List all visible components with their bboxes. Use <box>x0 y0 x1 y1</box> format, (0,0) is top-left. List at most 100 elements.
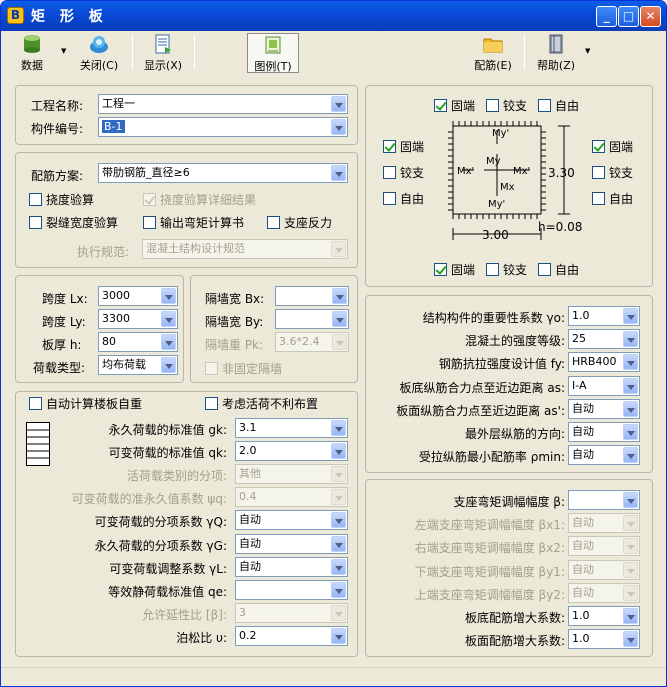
code-label: 执行规范: <box>77 245 130 259</box>
component-id-select[interactable]: B-1 <box>98 117 348 137</box>
span-lx-label: 跨度 Lx: <box>42 292 88 306</box>
p5-row-select[interactable]: 0.2 <box>235 625 348 646</box>
code-select[interactable]: 混凝土结构设计规范 <box>142 239 348 259</box>
right-free-checkbox[interactable]: 自由 <box>592 192 633 206</box>
dropdown-arrow-icon <box>332 311 347 327</box>
p7-row-select[interactable]: 自动 <box>568 445 640 466</box>
dropdown-arrow-icon <box>331 627 346 644</box>
p7-row-label: 受拉纵筋最小配筋率 ρmin: <box>418 450 565 465</box>
minimize-button[interactable]: _ <box>596 6 617 27</box>
project-panel: 工程名称: 工程一 构件编号: B-1 <box>15 85 358 145</box>
p7-row-select[interactable]: HRB400 <box>568 352 640 373</box>
display-button[interactable]: 显示(X) <box>140 33 186 73</box>
thickness-select[interactable]: 80 <box>98 332 178 352</box>
help-button[interactable]: 帮助(Z) <box>531 33 581 73</box>
crack-width-checkbox[interactable]: 裂缝宽度验算 <box>29 216 118 230</box>
p7-row-label: 结构构件的重要性系数 γo: <box>422 311 565 325</box>
p8-row-select[interactable] <box>568 490 640 510</box>
left-hinged-checkbox[interactable]: 铰支 <box>383 166 424 180</box>
support-reaction-checkbox[interactable]: 支座反力 <box>267 216 332 230</box>
database-icon <box>24 35 40 53</box>
window: B 矩 形 板 _ □ ✕ 数据 ▼ 关闭(C) 显示(X) 图例(T) 配筋(… <box>0 0 667 687</box>
dropdown-arrow-icon <box>623 538 638 555</box>
deflection-detail-checkbox[interactable]: 挠度验算详细结果 <box>143 193 256 207</box>
deflection-checkbox[interactable]: 挠度验算 <box>29 193 94 207</box>
p5-row-label: 等效静荷载标准值 qe: <box>108 584 227 599</box>
p8-row-select[interactable]: 自动 <box>568 513 640 534</box>
p5-row-select[interactable]: 2.0 <box>235 441 348 462</box>
dropdown-arrow-icon <box>623 400 638 417</box>
auto-self-weight-checkbox[interactable]: 自动计算楼板自重 <box>29 397 143 411</box>
title-bar: B 矩 形 板 _ □ ✕ <box>1 1 666 31</box>
rebar-button[interactable]: 配筋(E) <box>469 33 517 73</box>
toolbar-separator <box>194 35 195 69</box>
p5-row-select[interactable]: 0.4 <box>235 487 348 508</box>
p5-row-select[interactable]: 自动 <box>235 533 348 554</box>
p5-row-select[interactable]: 其他 <box>235 464 348 485</box>
bottom-free-checkbox[interactable]: 自由 <box>538 263 579 277</box>
output-moment-checkbox[interactable]: 输出弯矩计算书 <box>143 216 244 230</box>
p8-row-label: 板面配筋增大系数: <box>464 634 565 649</box>
maximize-button[interactable]: □ <box>618 6 639 27</box>
p7-row-select[interactable]: 自动 <box>568 422 640 442</box>
p8-row-select[interactable]: 1.0 <box>568 629 640 650</box>
legend-button[interactable]: 图例(T) <box>247 33 299 73</box>
right-hinged-checkbox[interactable]: 铰支 <box>592 166 633 180</box>
my-bottom-label: My' <box>488 199 506 210</box>
load-type-select[interactable]: 均布荷载 <box>98 355 178 375</box>
scheme-panel: 配筋方案: 带肋钢筋_直径≥6 挠度验算 挠度验算详细结果 裂缝宽度验算 输出弯… <box>15 152 358 268</box>
span-ly-select[interactable]: 3300 <box>98 309 178 329</box>
dropdown-arrow-icon <box>331 443 346 460</box>
unfavorable-live-checkbox[interactable]: 考虑活荷不利布置 <box>205 397 319 411</box>
dropdown-arrow-icon <box>331 165 346 181</box>
dropdown-arrow-icon <box>161 288 176 304</box>
close-window-button[interactable]: ✕ <box>640 6 661 27</box>
p5-row-select[interactable]: 自动 <box>235 556 348 577</box>
left-free-checkbox[interactable]: 自由 <box>383 192 424 206</box>
p7-row-select[interactable]: 25 <box>568 329 640 350</box>
p8-row-label: 支座弯矩调幅幅度 β: <box>453 495 565 509</box>
p5-row-label: 可变荷载调整系数 γL: <box>109 561 227 576</box>
p7-row-label: 板面纵筋合力点至近边距离 as': <box>396 403 565 418</box>
data-dropdown-icon[interactable]: ▼ <box>61 47 66 55</box>
right-fixed-checkbox[interactable]: 固端 <box>592 140 633 154</box>
scheme-select[interactable]: 带肋钢筋_直径≥6 <box>98 163 348 183</box>
p8-row-select[interactable]: 1.0 <box>568 606 640 626</box>
project-name-select[interactable]: 工程一 <box>98 94 348 114</box>
p5-row-select[interactable]: 自动 <box>235 510 348 531</box>
p7-row-label: 最外层纵筋的方向: <box>464 427 565 441</box>
p7-row-select[interactable]: 1.0 <box>568 306 640 326</box>
p5-row-select[interactable] <box>235 579 348 600</box>
close-doc-icon <box>90 36 108 53</box>
top-fixed-checkbox[interactable]: 固端 <box>434 99 475 113</box>
p7-row-select[interactable]: Ⅰ-A <box>568 375 640 396</box>
p8-row-select[interactable]: 自动 <box>568 536 640 557</box>
wall-pk-select[interactable]: 3.6*2.4 <box>275 332 349 352</box>
close-button[interactable]: 关闭(C) <box>74 33 124 73</box>
top-free-checkbox[interactable]: 自由 <box>538 99 579 113</box>
dropdown-arrow-icon <box>623 584 638 601</box>
span-lx-select[interactable]: 3000 <box>98 286 178 306</box>
data-button[interactable]: 数据 <box>12 33 52 73</box>
help-dropdown-icon[interactable]: ▼ <box>585 47 590 55</box>
dropdown-arrow-icon <box>623 424 638 440</box>
p8-row-label: 右端支座弯矩调幅幅度 βx2: <box>414 541 565 556</box>
p5-row-select[interactable]: 3 <box>235 602 348 623</box>
p5-row-select[interactable]: 3.1 <box>235 418 348 438</box>
dropdown-arrow-icon <box>331 604 346 621</box>
bottom-hinged-checkbox[interactable]: 铰支 <box>486 263 527 277</box>
dropdown-arrow-icon <box>331 558 346 575</box>
wall-bx-select[interactable] <box>275 286 349 306</box>
toolbar-separator <box>132 35 133 69</box>
top-hinged-checkbox[interactable]: 铰支 <box>486 99 527 113</box>
support-panel: 固端 铰支 自由 固端 铰支 自由 固端 铰支 自由 My' My Mx' Mx… <box>365 85 653 287</box>
left-fixed-checkbox[interactable]: 固端 <box>383 140 424 154</box>
p7-row-select[interactable]: 自动 <box>568 398 640 419</box>
nonfixed-wall-checkbox[interactable]: 非固定隔墙 <box>205 362 282 376</box>
bottom-fixed-checkbox[interactable]: 固端 <box>434 263 475 277</box>
p8-row-select[interactable]: 自动 <box>568 582 640 603</box>
wall-by-select[interactable] <box>275 309 349 329</box>
toolbar-separator <box>524 35 525 69</box>
redistribution-panel: 支座弯矩调幅幅度 β: 左端支座弯矩调幅幅度 βx1: 自动 右端支座弯矩调幅幅度 β… <box>365 479 653 657</box>
p8-row-select[interactable]: 自动 <box>568 559 640 580</box>
